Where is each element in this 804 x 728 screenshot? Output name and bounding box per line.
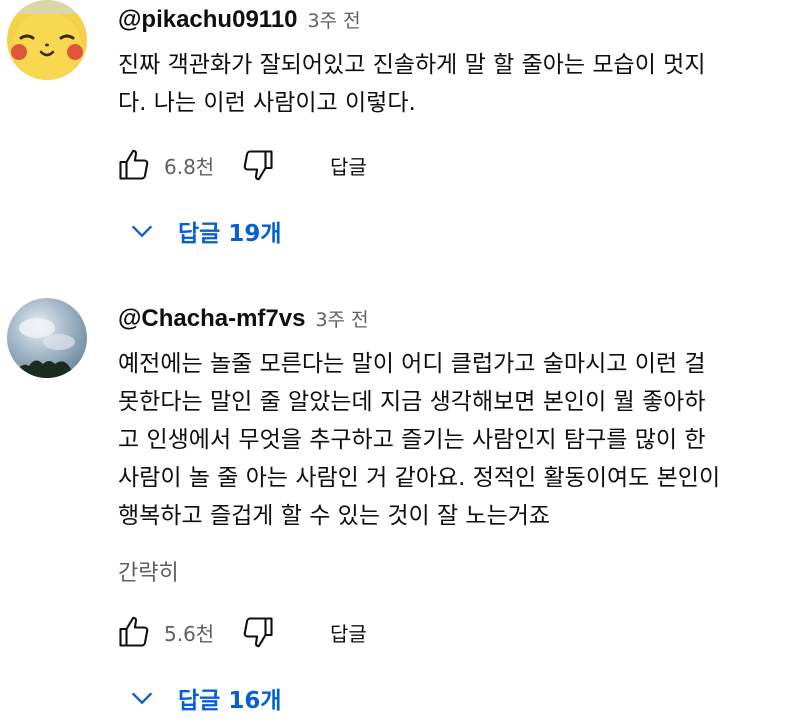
comment-time[interactable]: 3주 전	[308, 6, 361, 33]
like-count: 5.6천	[164, 621, 215, 646]
thumbs-up-icon	[119, 616, 149, 647]
comment-author[interactable]: @pikachu09110	[118, 6, 298, 34]
replies-label: 답글 16개	[178, 688, 282, 714]
chevron-down-icon	[128, 684, 156, 712]
like-button[interactable]	[114, 612, 154, 652]
like-count: 6.8천	[164, 154, 215, 179]
comment-actions: 5.6천 답글	[114, 612, 367, 652]
view-replies-button[interactable]: 답글 19개	[128, 211, 282, 251]
comment-header: @pikachu09110 3주 전	[118, 6, 361, 34]
comment-text: 예전에는 놀줄 모른다는 말이 어디 클럽가고 술마시고 이런 걸 못한다는 말…	[118, 351, 721, 529]
show-less-button[interactable]: 간략히	[118, 555, 179, 587]
thumbs-up-icon	[119, 149, 149, 180]
comment-header: @Chacha-mf7vs 3주 전	[118, 305, 369, 333]
reply-button[interactable]: 답글	[330, 618, 367, 647]
comment-time[interactable]: 3주 전	[315, 305, 368, 332]
view-replies-button[interactable]: 답글 16개	[128, 678, 282, 718]
like-button[interactable]	[114, 145, 154, 185]
comment-text: 진짜 객관화가 잘되어있고 진솔하게 말 할 줄아는 모습이 멋지 다. 나는 …	[118, 52, 706, 116]
dislike-button[interactable]	[238, 145, 278, 185]
comment-actions: 6.8천 답글	[114, 145, 367, 185]
sky-avatar-icon	[7, 298, 87, 378]
chevron-down-icon	[128, 217, 156, 245]
thumbs-down-icon	[243, 150, 273, 181]
dislike-button[interactable]	[238, 612, 278, 652]
avatar[interactable]	[7, 0, 87, 80]
reply-button[interactable]: 답글	[330, 151, 367, 180]
thumbs-down-icon	[243, 617, 273, 648]
avatar[interactable]	[7, 298, 87, 378]
replies-label: 답글 19개	[178, 221, 282, 247]
comment-author[interactable]: @Chacha-mf7vs	[118, 305, 305, 333]
pikachu-avatar-icon	[7, 0, 87, 80]
